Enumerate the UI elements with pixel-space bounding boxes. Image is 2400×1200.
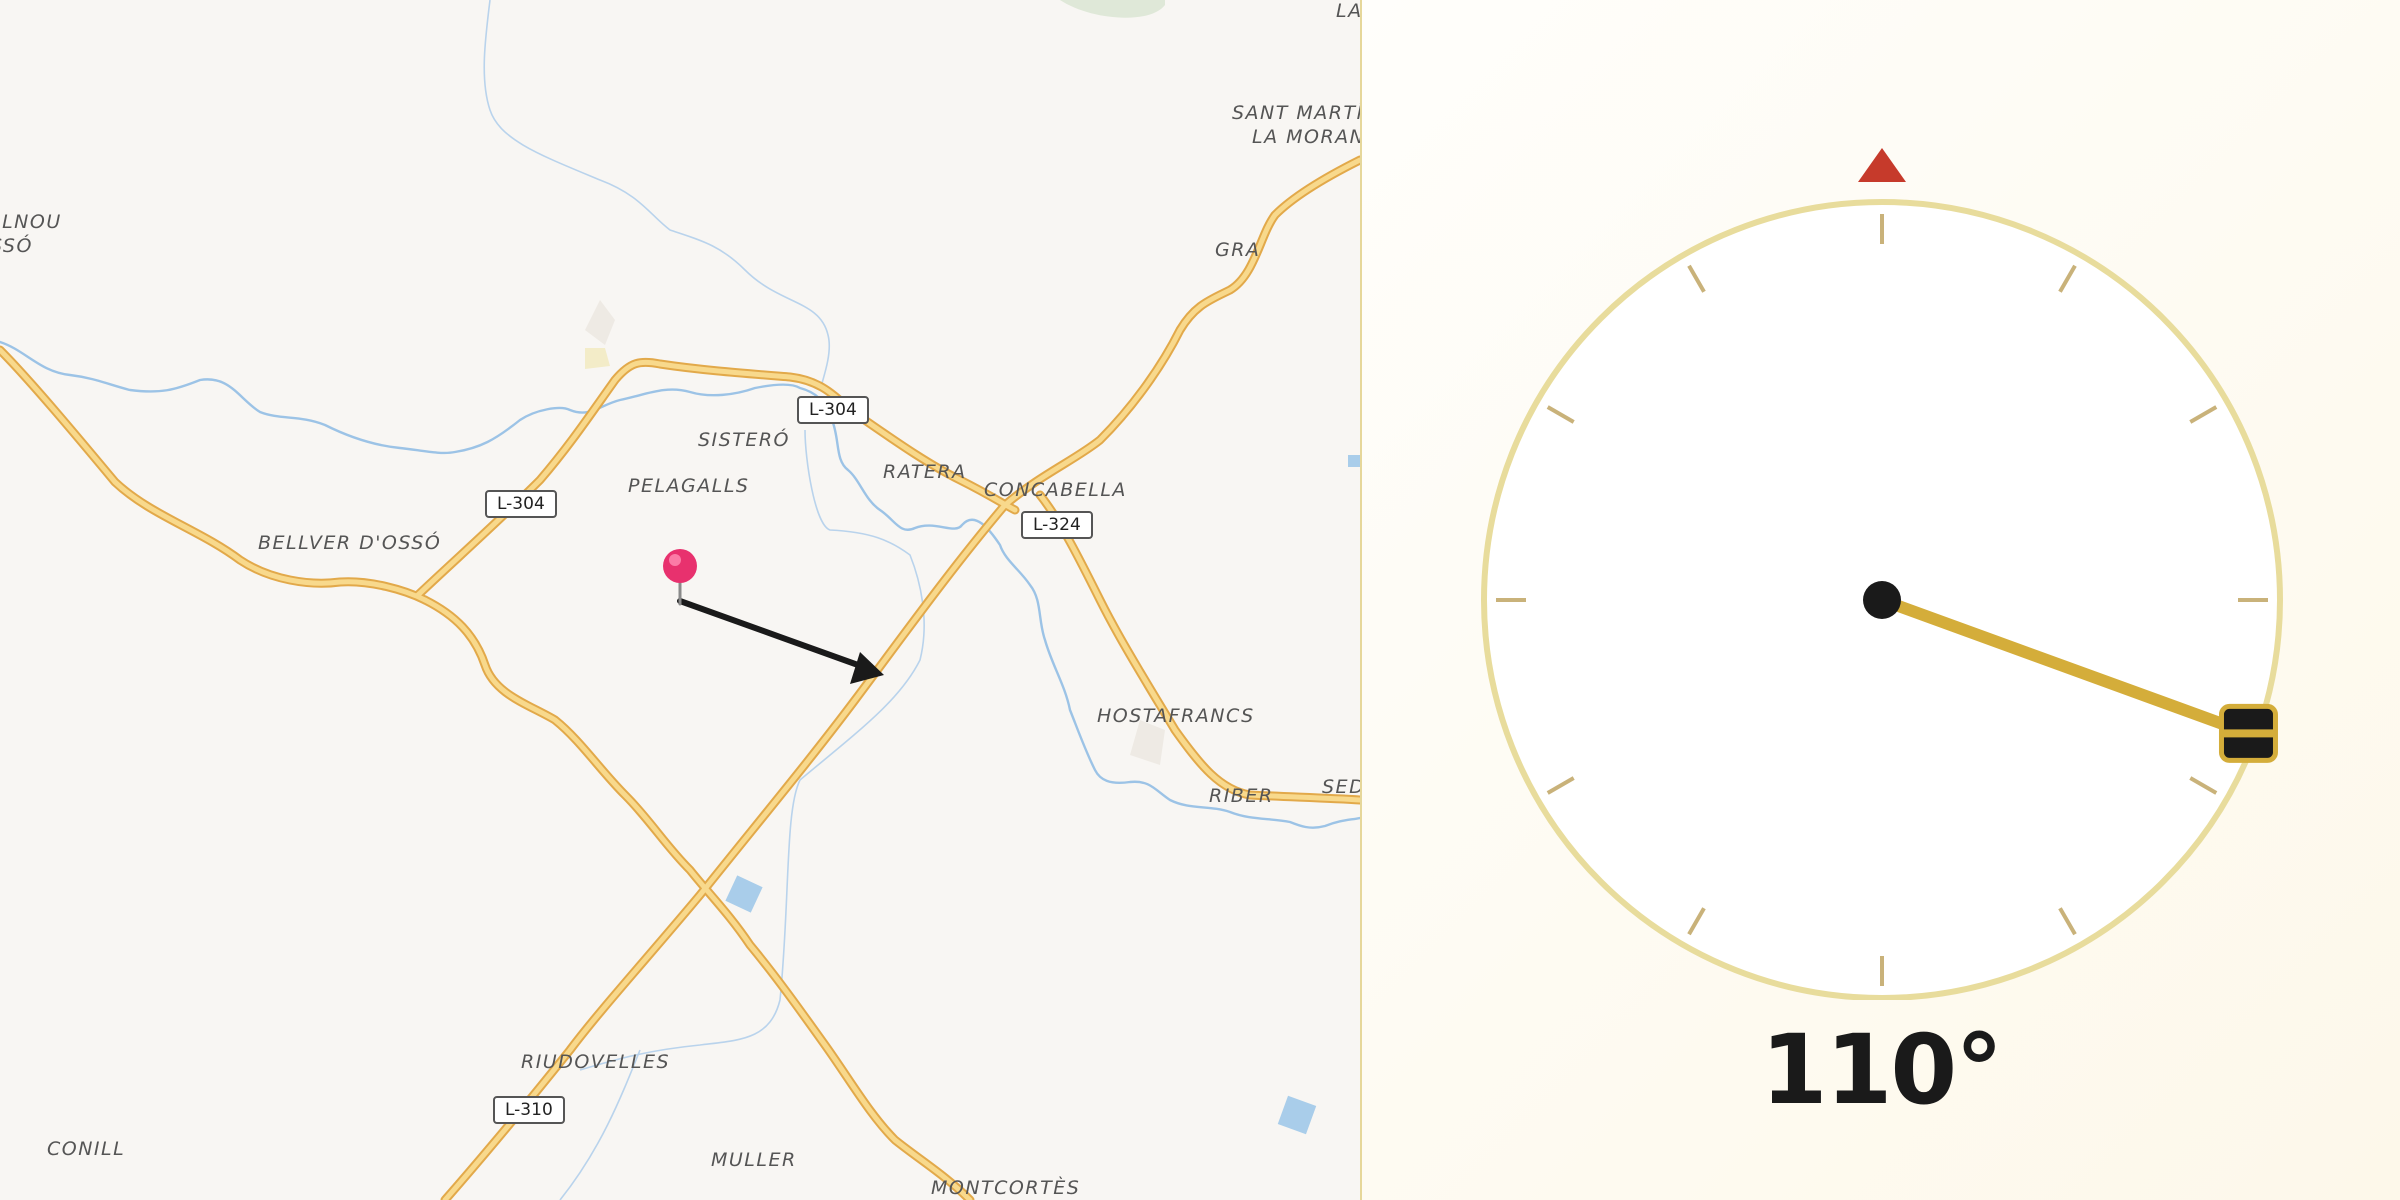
road-shield: L-310: [493, 1096, 565, 1124]
place-label: GRA: [1215, 239, 1261, 261]
terrain-patch: [1060, 0, 1165, 18]
place-label: PELAGALLS: [628, 475, 750, 497]
place-label: MULLER: [711, 1149, 797, 1171]
road-shield: L-304: [485, 490, 557, 518]
place-label: SED: [1322, 776, 1360, 798]
road-shield: L-324: [1021, 511, 1093, 539]
place-label: LLNOU: [0, 211, 62, 233]
compass-dial[interactable]: [1362, 0, 2400, 1000]
place-label: SSÓ: [0, 235, 33, 257]
road-shield: L-304: [797, 396, 869, 424]
place-label: RIBER: [1209, 785, 1274, 807]
water-pond: [725, 875, 763, 913]
water-pond: [1348, 455, 1360, 467]
building-patch: [585, 348, 610, 369]
heading-readout: 110°: [1760, 1014, 2003, 1126]
compass-hub: [1863, 581, 1901, 619]
place-label: HOSTAFRANCS: [1097, 705, 1255, 727]
compass-panel: 110°: [1362, 0, 2400, 1200]
place-label: BELLVER D'OSSÓ: [258, 532, 442, 554]
place-label: LA: [1336, 0, 1360, 22]
place-label: RATERA: [883, 461, 967, 483]
location-pin-icon[interactable]: [663, 549, 697, 606]
place-label: RIUDOVELLES: [521, 1051, 671, 1073]
place-label: CONILL: [47, 1138, 126, 1160]
north-marker-icon: [1858, 148, 1906, 182]
terrain-patch: [585, 300, 615, 345]
road: [442, 157, 1360, 1200]
place-label: MONTCORTÈS: [931, 1177, 1081, 1199]
place-label: LA MORAN: [1252, 126, 1360, 148]
stream: [483, 0, 831, 391]
map-view[interactable]: LA SANT MARTÍ LA MORAN LLNOU SSÓ GRA SIS…: [0, 0, 1360, 1200]
water-pond: [1277, 1095, 1317, 1135]
needle-handle-icon[interactable]: [2218, 703, 2278, 763]
heading-arrow: [677, 598, 884, 684]
place-label: CONCABELLA: [984, 479, 1127, 501]
place-label: SISTERÓ: [698, 429, 790, 451]
place-label: SANT MARTÍ: [1232, 102, 1360, 124]
road: [0, 347, 428, 603]
map-canvas: [0, 0, 1360, 1200]
